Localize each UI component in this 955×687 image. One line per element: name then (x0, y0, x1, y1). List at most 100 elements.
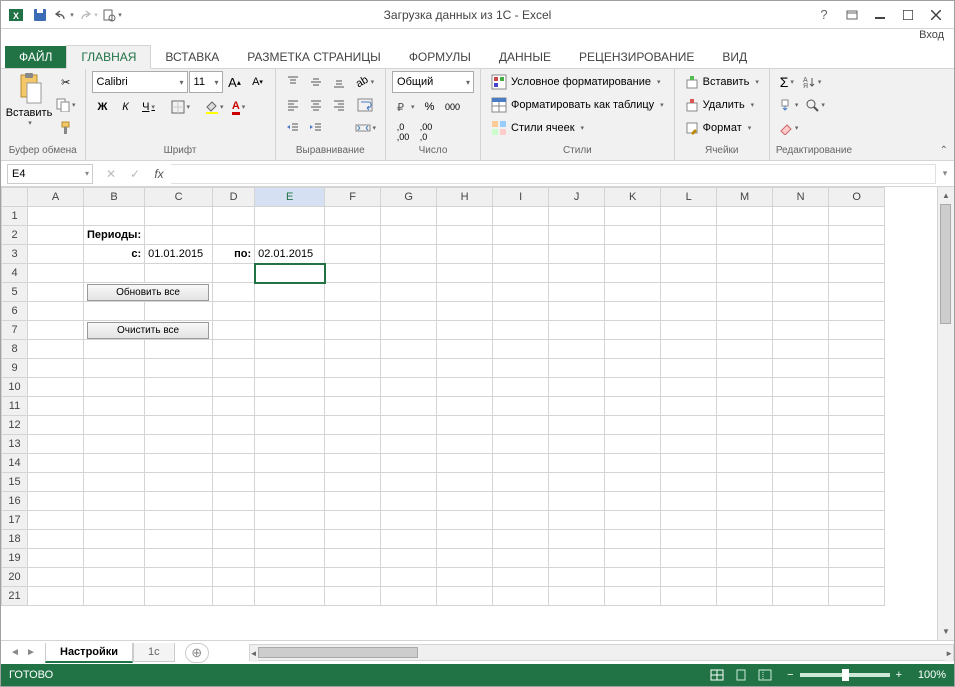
cell[interactable] (549, 587, 605, 606)
cell[interactable] (773, 207, 829, 226)
cell[interactable] (773, 568, 829, 587)
increase-indent-button[interactable] (305, 117, 327, 139)
merge-button[interactable]: ▾ (352, 117, 380, 139)
cell[interactable] (381, 359, 437, 378)
cell[interactable] (437, 245, 493, 264)
cell[interactable] (145, 454, 213, 473)
cell[interactable] (213, 587, 255, 606)
cell[interactable] (493, 340, 549, 359)
cell[interactable] (325, 435, 381, 454)
cell[interactable] (381, 492, 437, 511)
col-header[interactable]: E (255, 188, 325, 207)
cell[interactable] (325, 473, 381, 492)
tab-home[interactable]: ГЛАВНАЯ (66, 45, 151, 69)
cell[interactable] (28, 568, 84, 587)
col-header[interactable]: O (829, 188, 885, 207)
cell[interactable] (605, 340, 661, 359)
font-color-button[interactable]: A▾ (228, 96, 250, 118)
fill-button[interactable]: ▾ (776, 94, 802, 116)
cell[interactable] (829, 207, 885, 226)
paste-button[interactable]: Вставить ▾ (7, 71, 51, 137)
cell[interactable] (84, 397, 145, 416)
cell[interactable] (605, 416, 661, 435)
cell[interactable] (493, 492, 549, 511)
cell[interactable] (381, 207, 437, 226)
cell[interactable] (325, 530, 381, 549)
cell[interactable] (213, 359, 255, 378)
cell[interactable] (493, 435, 549, 454)
cell[interactable] (605, 587, 661, 606)
cell[interactable] (493, 473, 549, 492)
cell[interactable]: 02.01.2015 (255, 245, 325, 264)
cell[interactable] (661, 302, 717, 321)
save-icon[interactable] (29, 4, 51, 26)
cell[interactable] (84, 587, 145, 606)
cell[interactable]: с: (84, 245, 145, 264)
row-header[interactable]: 11 (2, 397, 28, 416)
cell[interactable] (28, 378, 84, 397)
cell[interactable] (84, 492, 145, 511)
cell[interactable] (213, 264, 255, 283)
row-header[interactable]: 1 (2, 207, 28, 226)
update-all-button[interactable]: Обновить все (87, 284, 209, 301)
cell[interactable] (493, 587, 549, 606)
cell[interactable] (717, 283, 773, 302)
cell[interactable] (829, 435, 885, 454)
enter-formula-icon[interactable]: ✓ (123, 164, 147, 184)
decrease-indent-button[interactable] (282, 117, 304, 139)
cell[interactable] (28, 473, 84, 492)
cell[interactable] (145, 435, 213, 454)
cell[interactable] (549, 321, 605, 340)
cell[interactable] (381, 340, 437, 359)
select-all-button[interactable] (2, 188, 28, 207)
cell[interactable] (829, 454, 885, 473)
cell[interactable] (28, 435, 84, 454)
cell[interactable] (829, 397, 885, 416)
row-header[interactable]: 10 (2, 378, 28, 397)
cell[interactable] (213, 568, 255, 587)
cell[interactable] (605, 511, 661, 530)
scroll-up-icon[interactable]: ▲ (938, 187, 954, 204)
cell[interactable] (84, 340, 145, 359)
cell[interactable] (493, 568, 549, 587)
close-icon[interactable] (924, 5, 948, 25)
cell[interactable] (829, 321, 885, 340)
cell[interactable] (605, 454, 661, 473)
cell[interactable] (493, 207, 549, 226)
cell[interactable] (493, 302, 549, 321)
cell[interactable] (773, 226, 829, 245)
cell[interactable] (381, 530, 437, 549)
cell[interactable] (437, 378, 493, 397)
cell[interactable] (213, 207, 255, 226)
cell[interactable] (213, 435, 255, 454)
new-sheet-button[interactable]: ⊕ (185, 643, 209, 663)
cell[interactable] (145, 226, 213, 245)
cell[interactable] (773, 473, 829, 492)
col-header[interactable]: M (717, 188, 773, 207)
cell[interactable] (773, 435, 829, 454)
cell[interactable] (84, 530, 145, 549)
cell[interactable] (549, 226, 605, 245)
percent-button[interactable]: % (419, 96, 441, 118)
cell[interactable] (493, 283, 549, 302)
cell[interactable] (717, 359, 773, 378)
cell[interactable] (213, 511, 255, 530)
cell[interactable] (28, 359, 84, 378)
cell[interactable] (549, 378, 605, 397)
cell[interactable] (325, 340, 381, 359)
cell[interactable] (381, 226, 437, 245)
cell[interactable] (661, 454, 717, 473)
cell[interactable] (717, 492, 773, 511)
cell[interactable] (773, 340, 829, 359)
sheet-nav-prev-icon[interactable]: ◄ (7, 647, 23, 658)
cell[interactable] (493, 378, 549, 397)
cell[interactable] (213, 492, 255, 511)
cell[interactable] (84, 302, 145, 321)
cell[interactable] (717, 587, 773, 606)
zoom-in-button[interactable]: + (896, 669, 902, 681)
row-header[interactable]: 20 (2, 568, 28, 587)
cell[interactable] (437, 530, 493, 549)
cell[interactable] (773, 587, 829, 606)
cell[interactable] (145, 511, 213, 530)
cell[interactable]: Обновить все (84, 283, 213, 302)
